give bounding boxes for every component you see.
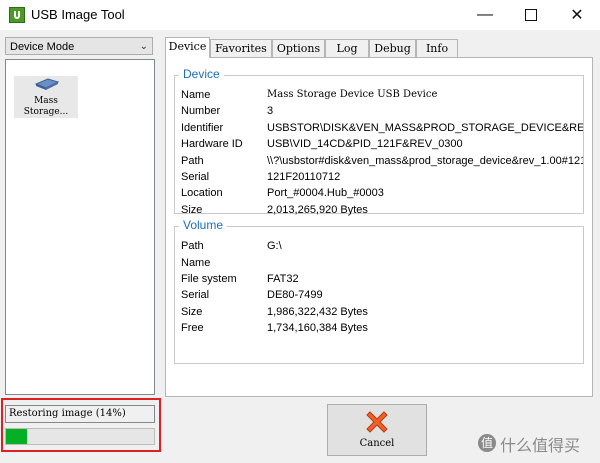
cancel-label: Cancel <box>359 438 395 449</box>
tab-info[interactable]: Info <box>416 39 458 57</box>
device-label: Mass Storage... <box>23 96 69 117</box>
maximize-button[interactable] <box>508 0 554 30</box>
close-icon: ✕ <box>570 7 584 24</box>
title-bar: USB Image Tool — ✕ <box>0 0 600 30</box>
row-key: Path <box>181 155 204 167</box>
watermark-text: 什么值得买 <box>500 438 581 455</box>
row-value: 1,734,160,384 Bytes <box>267 322 368 334</box>
tab-log[interactable]: Log <box>325 39 369 57</box>
tab-device[interactable]: Device <box>165 37 210 58</box>
row-value: FAT32 <box>267 273 299 285</box>
row-value: 1,986,322,432 Bytes <box>267 306 368 318</box>
device-item[interactable]: Mass Storage... <box>14 76 78 118</box>
minimize-button[interactable]: — <box>462 0 508 30</box>
highlight-annotation <box>1 398 161 452</box>
row-value: \\?\usbstor#disk&ven_mass&prod_storage_d… <box>267 155 583 167</box>
usb-tool-icon <box>9 7 25 23</box>
close-button[interactable]: ✕ <box>554 0 600 30</box>
tab-debug[interactable]: Debug <box>369 39 416 57</box>
row-key: Serial <box>181 289 210 301</box>
row-key: Identifier <box>181 122 224 134</box>
device-list[interactable]: Mass Storage... <box>5 59 155 395</box>
row-key: Size <box>181 306 203 318</box>
chevron-down-icon: ⌄ <box>139 41 148 52</box>
row-key: File system <box>181 273 237 285</box>
row-key: Path <box>181 240 204 252</box>
tab-favorites[interactable]: Favorites <box>210 39 272 57</box>
row-value: Mass Storage Device USB Device <box>267 89 438 100</box>
cancel-button[interactable]: Cancel <box>327 404 427 456</box>
row-value: USB\VID_14CD&PID_121F&REV_0300 <box>267 138 463 150</box>
row-key: Serial <box>181 171 210 183</box>
row-value: DE80-7499 <box>267 289 323 301</box>
mode-select[interactable]: Device Mode ⌄ <box>5 37 153 55</box>
row-value: USBSTOR\DISK&VEN_MASS&PROD_STORAGE_DEVIC… <box>267 122 583 134</box>
row-key: Hardware ID <box>181 138 243 150</box>
row-key: Free <box>181 322 204 334</box>
device-group-title: Device <box>179 67 224 81</box>
row-value: G:\ <box>267 240 282 252</box>
row-value: 3 <box>267 105 274 117</box>
cancel-x-icon <box>366 411 388 433</box>
row-value: 2,013,265,920 Bytes <box>267 204 368 216</box>
window-client: Device Mode ⌄ Mass Storage... Device Fav… <box>0 30 600 463</box>
row-key: Size <box>181 204 203 216</box>
device-group: Device Name Mass Storage Device USB Devic… <box>174 67 584 216</box>
usb-drive-icon <box>34 78 60 90</box>
zhi-icon: 值 <box>478 434 496 452</box>
row-value: Port_#0004.Hub_#0003 <box>267 187 384 199</box>
row-key: Number <box>181 105 221 117</box>
watermark: 值 什么值得买 <box>478 432 580 456</box>
minimize-icon: — <box>477 6 493 23</box>
row-key: Location <box>181 187 223 199</box>
window-title: USB Image Tool <box>31 7 125 22</box>
volume-group: Volume Path G:\ Name File system FAT32 Ser… <box>174 218 584 364</box>
maximize-icon <box>525 9 537 21</box>
tab-options[interactable]: Options <box>272 39 325 57</box>
mode-select-value: Device Mode <box>10 41 75 53</box>
row-key: Name <box>181 89 211 101</box>
volume-group-title: Volume <box>179 218 228 232</box>
device-panel: Device Name Mass Storage Device USB Devic… <box>165 57 593 397</box>
row-key: Name <box>181 257 211 269</box>
row-value: 121F20110712 <box>267 171 341 183</box>
